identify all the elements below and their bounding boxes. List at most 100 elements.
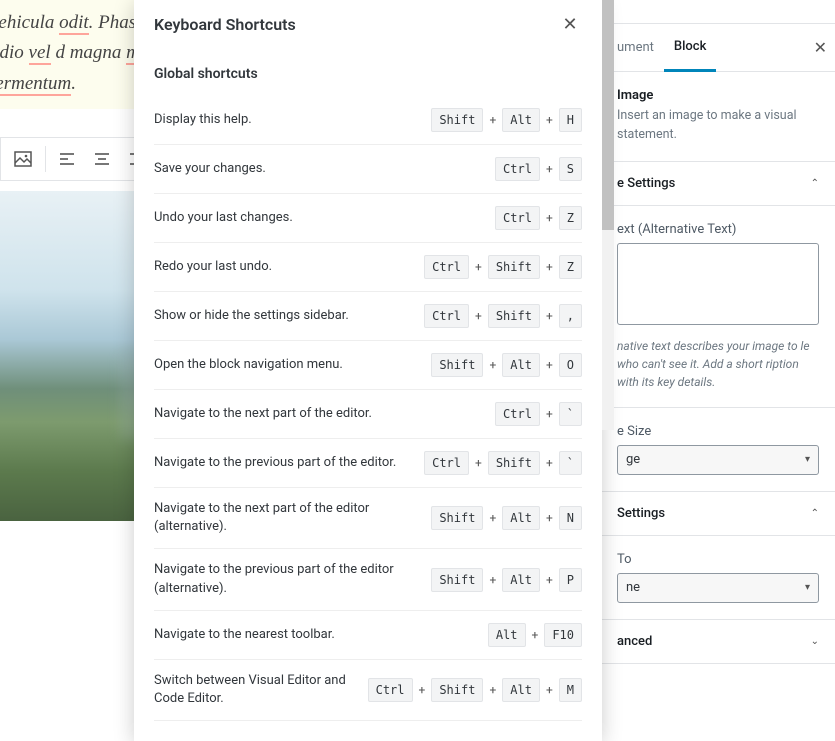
plus: + [546, 407, 553, 421]
key-alt: Alt [502, 678, 540, 702]
shortcut-row: Redo your last undo.Ctrl+Shift+Z [154, 243, 582, 292]
shortcut-row: Save your changes.Ctrl+S [154, 145, 582, 194]
size-select[interactable]: ge ▾ [617, 445, 819, 475]
shortcut-row: Navigate to the next part of the editor … [154, 488, 582, 549]
shortcut-desc: Open the block navigation menu. [154, 356, 421, 374]
panel-link-settings[interactable]: Settings ⌃ [601, 492, 835, 536]
shortcut-desc: Navigate to the next part of the editor … [154, 500, 421, 536]
plus: + [475, 309, 482, 323]
key-f10: F10 [544, 623, 582, 647]
plus: + [546, 358, 553, 372]
panel-advanced[interactable]: anced ⌄ [601, 620, 835, 664]
link-label: To [617, 552, 819, 567]
chevron-down-icon: ▾ [805, 582, 810, 593]
panel-title: Settings [617, 506, 665, 521]
sidebar-tabs: ument Block ✕ [601, 24, 835, 72]
shortcut-row: Display this help.Shift+Alt+H [154, 96, 582, 145]
plus: + [475, 260, 482, 274]
plus: + [489, 113, 496, 127]
shortcut-desc: Show or hide the settings sidebar. [154, 307, 414, 325]
image-icon[interactable] [7, 142, 40, 176]
plus: + [546, 573, 553, 587]
key-shift: Shift [431, 108, 483, 132]
panel-link: To ne ▾ [601, 536, 835, 620]
panel-title: e Settings [617, 176, 675, 191]
block-title: Image [617, 88, 819, 103]
key-alt: Alt [502, 108, 540, 132]
panel-title: anced [617, 634, 652, 649]
key-s: S [559, 157, 582, 181]
alt-text-field[interactable] [617, 243, 819, 325]
shortcut-keys: Ctrl+Shift+Alt+M [368, 678, 582, 702]
tab-block[interactable]: Block [664, 24, 716, 72]
key-,: , [559, 304, 582, 328]
size-value: ge [626, 452, 640, 467]
shortcut-row: Navigate to the previous part of the edi… [154, 549, 582, 610]
chevron-down-icon: ⌄ [811, 636, 819, 647]
align-center-icon[interactable] [86, 142, 119, 176]
key-n: N [559, 506, 582, 530]
shortcut-desc: Navigate to the next part of the editor. [154, 405, 485, 423]
shortcut-row: Switch between Visual Editor and Code Ed… [154, 660, 582, 721]
shortcut-row: Show or hide the settings sidebar. Ctrl + S… [154, 292, 582, 341]
key-p: P [559, 568, 582, 592]
shortcut-row: Navigate to the previous part of the edi… [154, 439, 582, 488]
key-alt: Alt [502, 506, 540, 530]
plus: + [489, 358, 496, 372]
plus: + [546, 162, 553, 176]
key-shift: Shift [431, 353, 483, 377]
link-value: ne [626, 580, 640, 595]
key-alt: Alt [502, 353, 540, 377]
shortcut-keys: Ctrl+` [495, 402, 582, 426]
shortcut-keys: Shift+Alt+P [431, 568, 582, 592]
shortcut-keys: Shift+Alt+H [431, 108, 582, 132]
close-sidebar-icon[interactable]: ✕ [814, 38, 827, 57]
key-alt: Alt [488, 623, 526, 647]
align-left-icon[interactable] [51, 142, 84, 176]
shortcut-desc: Save your changes. [154, 160, 485, 178]
key-alt: Alt [502, 568, 540, 592]
section-title-global: Global shortcuts [154, 66, 582, 82]
scrollbar-track[interactable] [602, 0, 614, 430]
tab-document[interactable]: ument [607, 24, 664, 72]
shortcut-row: Navigate to the nearest toolbar. Alt+F10 [154, 611, 582, 660]
key-ctrl: Ctrl [424, 451, 469, 475]
plus: + [546, 456, 553, 470]
key-ctrl: Ctrl [495, 402, 540, 426]
key-ctrl: Ctrl [495, 206, 540, 230]
link-select[interactable]: ne ▾ [617, 573, 819, 603]
panel-image-settings[interactable]: e Settings ⌃ [601, 162, 835, 206]
plus: + [489, 683, 496, 697]
settings-sidebar: ument Block ✕ Image Insert an image to m… [600, 0, 835, 741]
plus: + [419, 683, 426, 697]
shortcut-keys: Shift+Alt+N [431, 506, 582, 530]
close-modal-button[interactable]: ✕ [556, 10, 584, 38]
shortcut-desc: Switch between Visual Editor and Code Ed… [154, 672, 358, 708]
plus: + [546, 260, 553, 274]
size-label: e Size [617, 424, 819, 439]
shortcut-row: Navigate to the next part of the editor.… [154, 390, 582, 439]
plus: + [546, 309, 553, 323]
panel-alt: ext (Alternative Text) native text descr… [601, 206, 835, 408]
scrollbar-thumb[interactable] [602, 0, 614, 230]
plus: + [546, 683, 553, 697]
chevron-up-icon: ⌃ [811, 508, 819, 519]
shortcut-keys: Ctrl+S [495, 157, 582, 181]
shortcut-desc: Navigate to the nearest toolbar. [154, 626, 478, 644]
key-o: O [559, 353, 582, 377]
shortcut-row: Undo your last changes.Ctrl+Z [154, 194, 582, 243]
alt-help: native text describes your image to le w… [617, 337, 819, 391]
shortcut-keys: Alt+F10 [488, 623, 582, 647]
toolbar-separator [45, 146, 46, 172]
plus: + [489, 511, 496, 525]
key-h: H [559, 108, 582, 132]
key-z: Z [559, 255, 582, 279]
shortcut-keys: Ctrl+Shift+Z [424, 255, 582, 279]
shortcut-keys: Shift + Alt + O [431, 353, 582, 377]
keyboard-shortcuts-modal: Keyboard Shortcuts ✕ Global shortcuts Di… [134, 0, 602, 741]
plus: + [546, 511, 553, 525]
shortcut-desc: Navigate to the previous part of the edi… [154, 454, 414, 472]
key-ctrl: Ctrl [424, 304, 469, 328]
key-ctrl: Ctrl [368, 678, 413, 702]
key-shift: Shift [488, 304, 540, 328]
